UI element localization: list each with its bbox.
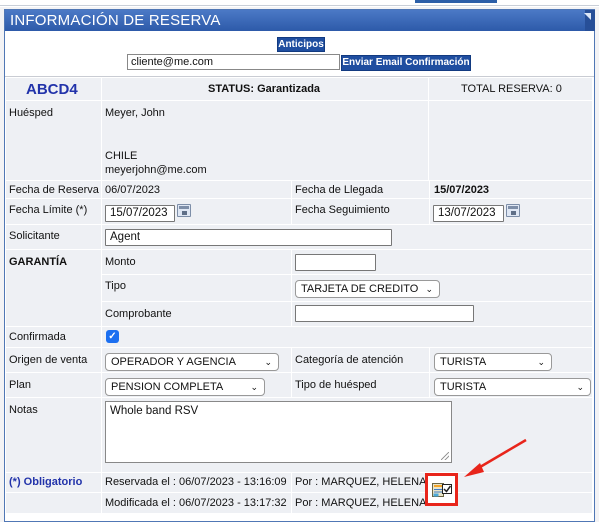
- annotation-arrow: [464, 438, 527, 477]
